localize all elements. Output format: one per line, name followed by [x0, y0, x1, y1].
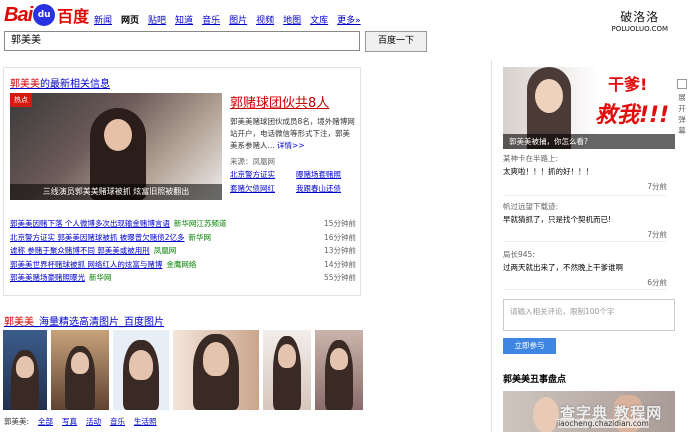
image-filter-nav: 郭美美: 全部 写真 活动 音乐 生活照	[4, 416, 157, 427]
related-links: 北京警方证实 曝赌场套赌照 套赌欠债网红 我跟春山还债	[230, 169, 358, 194]
news-item-source: 新华网	[89, 273, 112, 282]
image-thumb[interactable]	[3, 330, 47, 410]
list-item: 郭美美赌场豪赌照曝光 新华网 55分钟前	[10, 271, 356, 285]
nav-music[interactable]: 音乐	[202, 13, 220, 26]
comment-user: 帆过远望下载迹:	[503, 202, 559, 211]
image-thumb[interactable]	[263, 330, 311, 410]
image-title-keyword: 郭美美	[4, 317, 34, 328]
news-item-source: 凤凰网	[153, 246, 177, 255]
comment-text: 早就猜抓了，只是找个契机而已!	[503, 215, 612, 224]
banner-caption: 郭美美被捕，你怎么看?	[503, 134, 675, 149]
related-link[interactable]: 我跟春山还债	[296, 183, 356, 194]
comment-input[interactable]: 请输入相关评论，限制100个字	[503, 299, 675, 331]
news-item-title[interactable]: 郭美美赌场豪赌照曝光	[10, 273, 85, 282]
danmu-toggle[interactable]: 展开弹幕	[677, 79, 687, 136]
nav-video[interactable]: 视频	[256, 13, 274, 26]
image-filter-event[interactable]: 活动	[86, 416, 101, 427]
news-title-rest: 的最新相关信息	[40, 79, 110, 90]
news-description: 郭美美赌球团伙成员8名，境外赌博网站开户，电话微信等形式下注，郭美美系参赌人..…	[230, 116, 356, 152]
list-item: 北京警方证实 郭美美因赌球被抓 被曝曾欠赌债2亿多 新华网 16分钟前	[10, 231, 356, 245]
site-brand: 破洛洛 POLUOLUO.COM	[612, 8, 668, 33]
logo-text-cn: 百度	[57, 7, 90, 26]
related-link[interactable]: 套赌欠债网红	[230, 183, 290, 194]
related-link[interactable]: 北京警方证实	[230, 169, 290, 180]
danmu-label: 展开弹幕	[678, 93, 686, 135]
news-item-source: 金鹰网络	[166, 259, 197, 269]
submit-comment-button[interactable]: 立即参与	[503, 338, 556, 354]
news-list: 郭美美因赌下落 个人微博多次出现输金赌博言语 新华网江苏频道 15分钟前 北京警方…	[10, 217, 356, 285]
hero-face	[104, 119, 132, 151]
top-nav: 新闻 网页 贴吧 知道 音乐 图片 视频 地图 文库 更多»	[94, 13, 361, 26]
news-item-time: 16分钟前	[323, 232, 356, 242]
comment-text: 过两天就出来了，不然晚上干爹谁啊	[503, 263, 623, 272]
nav-zhidao[interactable]: 知道	[175, 13, 193, 26]
image-thumb[interactable]	[113, 330, 169, 410]
comment-item: 某神卡在半路上: 太爽啦！！！抓的好！！！ 7分前	[503, 153, 667, 196]
news-title-keyword: 郭美美	[10, 79, 40, 90]
hero-caption: 三线演员郭美美赌球被抓 炫富旧照被翻出	[10, 184, 222, 200]
search-button[interactable]: 百度一下	[365, 31, 427, 52]
nav-tieba[interactable]: 贴吧	[148, 13, 166, 26]
list-item: 郭美美因赌下落 个人微博多次出现输金赌博言语 新华网江苏频道 15分钟前	[10, 217, 356, 231]
news-title[interactable]: 郭美美的最新相关信息	[10, 75, 110, 90]
image-thumbnails	[3, 330, 363, 410]
image-filter-photo[interactable]: 写真	[62, 416, 77, 427]
news-item-source: 新华网江苏频道	[173, 219, 227, 228]
share-icon	[677, 79, 687, 89]
banner-text-1: 干爹!	[608, 75, 648, 94]
news-source: 来源：凤凰网	[230, 157, 275, 166]
news-headline[interactable]: 郭赌球团伙共8人	[230, 92, 329, 111]
comment-time: 7分前	[647, 182, 667, 191]
comment-user: 局长945:	[503, 250, 535, 259]
nav-images[interactable]: 图片	[229, 13, 247, 26]
logo-text-bai: Bai	[4, 3, 33, 26]
comment-text: 太爽啦！！！抓的好！！！	[503, 167, 593, 176]
comment-user: 某神卡在半路上:	[503, 154, 559, 163]
image-filter-music[interactable]: 音乐	[110, 416, 125, 427]
news-item-time: 55分钟前	[323, 273, 356, 282]
nav-news[interactable]: 新闻	[94, 13, 112, 26]
nav-more[interactable]: 更多»	[337, 13, 361, 26]
related-link[interactable]: 曝赌场套赌照	[296, 169, 356, 180]
news-item-title[interactable]: 谑称 参赌于聚众赌博不同 郭美美或被用刑	[10, 246, 150, 255]
news-item-time: 14分钟前	[323, 259, 356, 269]
sidebar-banner[interactable]: 干爹! 救我!!! 郭美美被捕，你怎么看?	[503, 67, 675, 149]
image-filter-life[interactable]: 生活照	[134, 416, 157, 427]
right-column-divider	[491, 60, 492, 432]
image-filter-all[interactable]: 全部	[38, 416, 53, 427]
comment-time: 6分前	[647, 278, 667, 287]
news-item-title[interactable]: 郭美美因赌下落 个人微博多次出现输金赌博言语	[10, 219, 170, 228]
details-link[interactable]: 详情>>	[277, 141, 305, 150]
comment-item: 帆过远望下载迹: 早就猜抓了，只是找个契机而已! 7分前	[503, 201, 667, 242]
news-hero-image[interactable]: 热点 三线演员郭美美赌球被抓 炫富旧照被翻出	[10, 93, 222, 200]
banner-face	[535, 79, 563, 113]
baidu-logo[interactable]: Bai du 百度	[4, 3, 89, 27]
list-item: 郭美美世界杯赌球被抓 网络红人的炫富与赌博 金鹰网络 14分钟前	[10, 258, 356, 272]
nav-map[interactable]: 地图	[283, 13, 301, 26]
hot-section-title: 郭美美丑事盘点	[503, 375, 567, 385]
news-item-time: 13分钟前	[323, 246, 356, 255]
news-item-source: 新华网	[188, 232, 212, 242]
image-nav-prefix: 郭美美:	[4, 417, 30, 426]
news-item-time: 15分钟前	[323, 219, 356, 228]
paw-icon: du	[33, 4, 56, 26]
hot-tag: 热点	[10, 93, 32, 107]
search-input[interactable]: 郭美美	[4, 31, 360, 51]
image-results-title[interactable]: 郭美美_海量精选高清图片_百度图片	[4, 313, 164, 328]
brand-en: POLUOLUO.COM	[611, 25, 668, 33]
comment-time: 7分前	[647, 230, 667, 239]
image-title-rest: _海量精选高清图片_百度图片	[34, 317, 164, 328]
watermark-url: jiaocheng.chazidian.com	[556, 419, 649, 428]
news-item-title[interactable]: 郭美美世界杯赌球被抓 网络红人的炫富与赌博	[10, 260, 162, 269]
image-thumb[interactable]	[173, 330, 259, 410]
image-thumb[interactable]	[51, 330, 109, 410]
comment-item: 局长945: 过两天就出来了，不然晚上干爹谁啊 6分前	[503, 249, 667, 290]
list-item: 谑称 参赌于聚众赌博不同 郭美美或被用刑 凤凰网 13分钟前	[10, 244, 356, 258]
nav-wenku[interactable]: 文库	[310, 13, 328, 26]
image-thumb[interactable]	[315, 330, 363, 410]
banner-text-2: 救我!!!	[595, 103, 670, 128]
news-item-title[interactable]: 北京警方证实 郭美美因赌球被抓 被曝曾欠赌债2亿多	[10, 233, 185, 242]
brand-cn: 破洛洛	[620, 10, 660, 24]
nav-web[interactable]: 网页	[121, 13, 139, 26]
